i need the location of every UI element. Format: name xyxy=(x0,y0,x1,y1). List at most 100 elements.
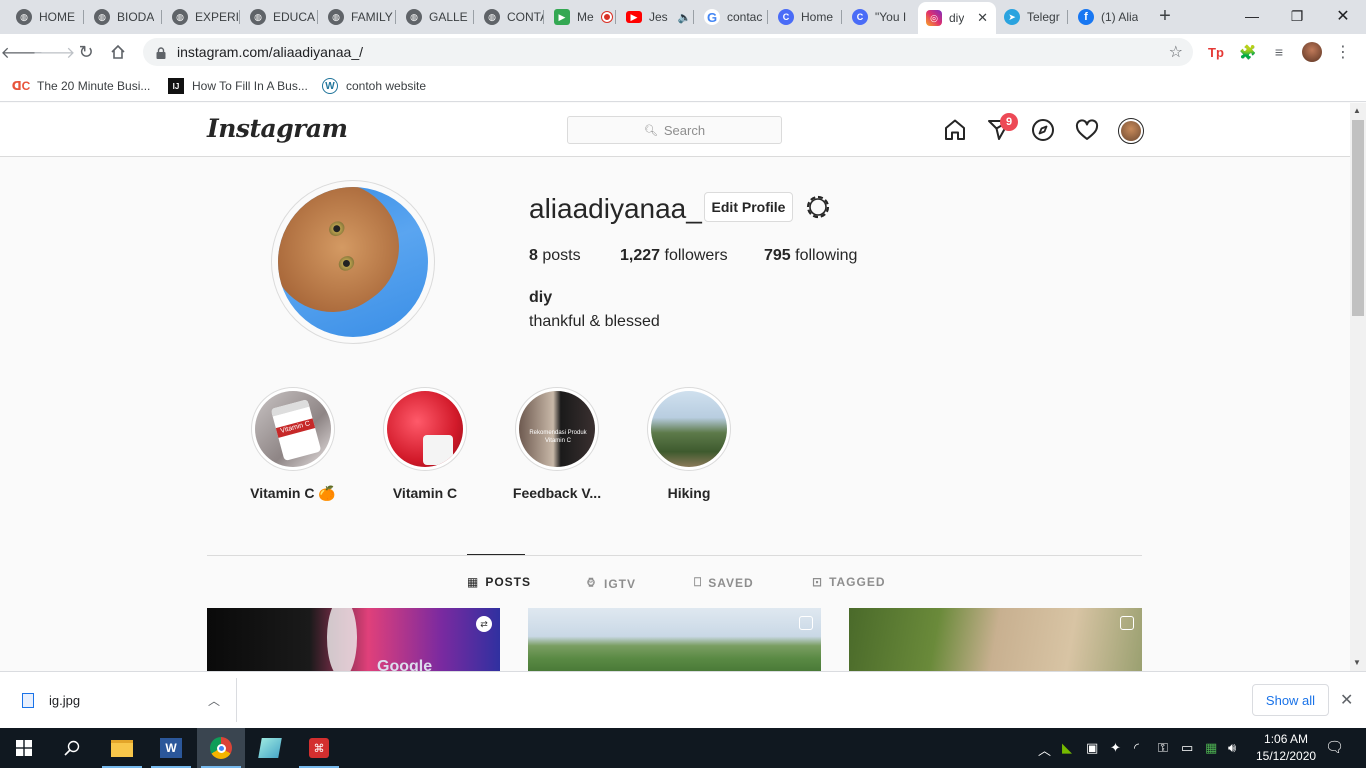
speaker-icon[interactable]: 🔈 xyxy=(678,11,692,24)
reload-button[interactable]: ↻ xyxy=(74,40,98,64)
scroll-down-arrow-icon[interactable]: ▼ xyxy=(1353,658,1361,667)
show-all-downloads-button[interactable]: Show all xyxy=(1252,684,1329,716)
browser-tab[interactable]: ◍ EXPERI xyxy=(164,4,240,30)
close-shelf-icon[interactable]: ✕ xyxy=(1340,690,1353,710)
volume-icon[interactable]: 🔊︎ xyxy=(1228,740,1236,756)
explore-icon[interactable] xyxy=(1031,118,1055,142)
grid-icon: ▦ xyxy=(467,575,480,589)
following-stat[interactable]: 795 following xyxy=(764,247,857,265)
bookmark-icon: ⎕ xyxy=(694,575,703,589)
taskbar-search-button[interactable] xyxy=(48,728,96,768)
windows-logo-icon xyxy=(16,740,32,756)
globe-icon: ◍ xyxy=(16,9,32,25)
followers-stat[interactable]: 1,227 followers xyxy=(620,247,728,265)
nvidia-icon[interactable]: ◣ xyxy=(1062,740,1072,756)
browser-tab[interactable]: ◍ FAMILY xyxy=(320,4,396,30)
file-explorer-taskbar[interactable] xyxy=(98,728,146,768)
close-window-button[interactable]: ✕ xyxy=(1320,0,1366,32)
post-thumbnail[interactable] xyxy=(849,608,1142,671)
browser-tab[interactable]: ➤ Telegr xyxy=(996,4,1068,30)
app-tray-icon[interactable]: ▦ xyxy=(1205,740,1217,756)
close-tab-icon[interactable]: ✕ xyxy=(977,10,988,26)
scroll-up-arrow-icon[interactable]: ▲ xyxy=(1353,106,1361,115)
browser-tab-active[interactable]: ◎ diy ✕ xyxy=(918,2,996,34)
story-highlight[interactable]: Hiking xyxy=(629,387,749,501)
download-item[interactable]: ig.jpg ︿ xyxy=(0,678,237,722)
start-button[interactable] xyxy=(0,728,48,768)
activity-heart-icon[interactable] xyxy=(1075,118,1099,142)
browser-tab[interactable]: C Home xyxy=(770,4,842,30)
home-icon[interactable] xyxy=(943,118,967,142)
chrome-icon xyxy=(210,737,232,759)
instagram-logo[interactable]: Instagram xyxy=(207,114,348,143)
story-highlight[interactable]: Vitamin C xyxy=(365,387,485,501)
tab-posts[interactable]: ▦ POSTS xyxy=(467,575,531,589)
post-thumbnail[interactable]: Google ⇄ xyxy=(207,608,500,671)
battery-icon[interactable]: ▭ xyxy=(1181,740,1193,756)
windows-taskbar: W ⌘ ︿ ◣ ▣ ✦ ◜ ⚿ ▭ ▦ 🔊︎ 1:06 AM 15/12/202… xyxy=(0,728,1366,768)
scrollbar-thumb[interactable] xyxy=(1352,120,1364,316)
url-text: instagram.com/aliaadiyanaa_/ xyxy=(177,44,363,60)
bookmark-star-icon[interactable]: ☆ xyxy=(1169,42,1183,62)
notes-taskbar[interactable] xyxy=(246,728,294,768)
globe-icon: ◍ xyxy=(94,9,110,25)
browser-tab[interactable]: f (1) Alia xyxy=(1070,4,1142,30)
minimize-button[interactable]: — xyxy=(1229,0,1275,32)
bookmark-item[interactable]: IJ How To Fill In A Bus... xyxy=(168,76,308,96)
browser-tab[interactable]: ◍ GALLE xyxy=(398,4,474,30)
telegram-icon: ➤ xyxy=(1004,9,1020,25)
chrome-taskbar[interactable] xyxy=(197,728,245,768)
settings-gear-icon[interactable] xyxy=(805,194,831,220)
search-icon: 🔍︎ xyxy=(643,124,658,137)
tab-saved[interactable]: ⎕ SAVED xyxy=(694,575,754,590)
chevron-up-icon[interactable]: ︿ xyxy=(208,692,220,709)
cat-photo xyxy=(278,187,428,337)
wifi-icon[interactable]: ◜ xyxy=(1134,740,1139,756)
multi-post-icon: ⇄ xyxy=(476,616,492,632)
profile-picture[interactable] xyxy=(271,180,435,344)
posts-stat: 8 posts xyxy=(529,247,581,264)
printer-icon[interactable]: ▣ xyxy=(1086,740,1098,756)
chrome-menu-icon[interactable]: ⋮ xyxy=(1333,42,1353,62)
browser-tab[interactable]: ◍ EDUCA xyxy=(242,4,318,30)
lock-icon[interactable]: ⚿ xyxy=(1158,740,1168,756)
media-queue-icon[interactable]: ≡ xyxy=(1269,42,1289,62)
edit-profile-button[interactable]: Edit Profile xyxy=(704,192,793,222)
forward-button[interactable]: 🡒 xyxy=(33,40,76,64)
browser-tab[interactable]: C "You I xyxy=(844,4,916,30)
lock-icon[interactable] xyxy=(156,46,166,59)
bookmark-item[interactable]: ᗡC The 20 Minute Busi... xyxy=(12,76,151,96)
browser-tab[interactable]: ◍ BIODA xyxy=(86,4,162,30)
search-icon xyxy=(64,740,80,756)
action-center-icon[interactable]: 🗨︎ xyxy=(1325,738,1344,756)
browser-tab[interactable]: ◍ CONTA xyxy=(476,4,544,30)
browser-tab[interactable]: ▶ Me xyxy=(546,4,616,30)
acrobat-taskbar[interactable]: ⌘ xyxy=(295,728,343,768)
back-button[interactable]: 🡐 xyxy=(1,40,44,64)
post-thumbnail[interactable] xyxy=(528,608,821,671)
maximize-button[interactable]: ❐ xyxy=(1274,0,1320,32)
story-highlight[interactable]: Vitamin C Vitamin C 🍊 xyxy=(233,387,353,502)
word-taskbar[interactable]: W xyxy=(147,728,195,768)
tagged-icon: ⊡ xyxy=(812,575,824,589)
carousel-icon xyxy=(799,616,813,630)
home-button[interactable] xyxy=(106,40,130,64)
story-highlight[interactable]: Rekomendasi Produk Vitamin C Feedback V.… xyxy=(497,387,617,501)
bookmark-item[interactable]: W contoh website xyxy=(322,76,426,96)
browser-tab[interactable]: ◍ HOME xyxy=(8,4,84,30)
browser-tab[interactable]: ▶ Jes 🔈 xyxy=(618,4,694,30)
tab-tagged[interactable]: ⊡ TAGGED xyxy=(812,575,886,589)
show-hidden-icons-icon[interactable]: ︿ xyxy=(1038,740,1051,759)
system-clock[interactable]: 1:06 AM 15/12/2020 xyxy=(1256,731,1316,765)
address-bar[interactable]: instagram.com/aliaadiyanaa_/ ☆ xyxy=(143,38,1193,66)
extensions-puzzle-icon[interactable]: 🧩 xyxy=(1238,42,1258,62)
browser-tab[interactable]: G contac xyxy=(696,4,768,30)
profile-avatar[interactable] xyxy=(1302,42,1322,62)
tp-extension-icon[interactable]: Tp xyxy=(1206,42,1226,62)
tab-igtv[interactable]: ⌚︎ IGTV xyxy=(585,575,636,592)
bluetooth-icon[interactable]: ✦ xyxy=(1110,740,1121,756)
new-tab-button[interactable]: + xyxy=(1155,6,1175,26)
profile-avatar[interactable] xyxy=(1118,118,1144,144)
page-scrollbar[interactable]: ▲ ▼ xyxy=(1350,103,1366,671)
search-input[interactable]: 🔍︎ Search xyxy=(567,116,782,144)
